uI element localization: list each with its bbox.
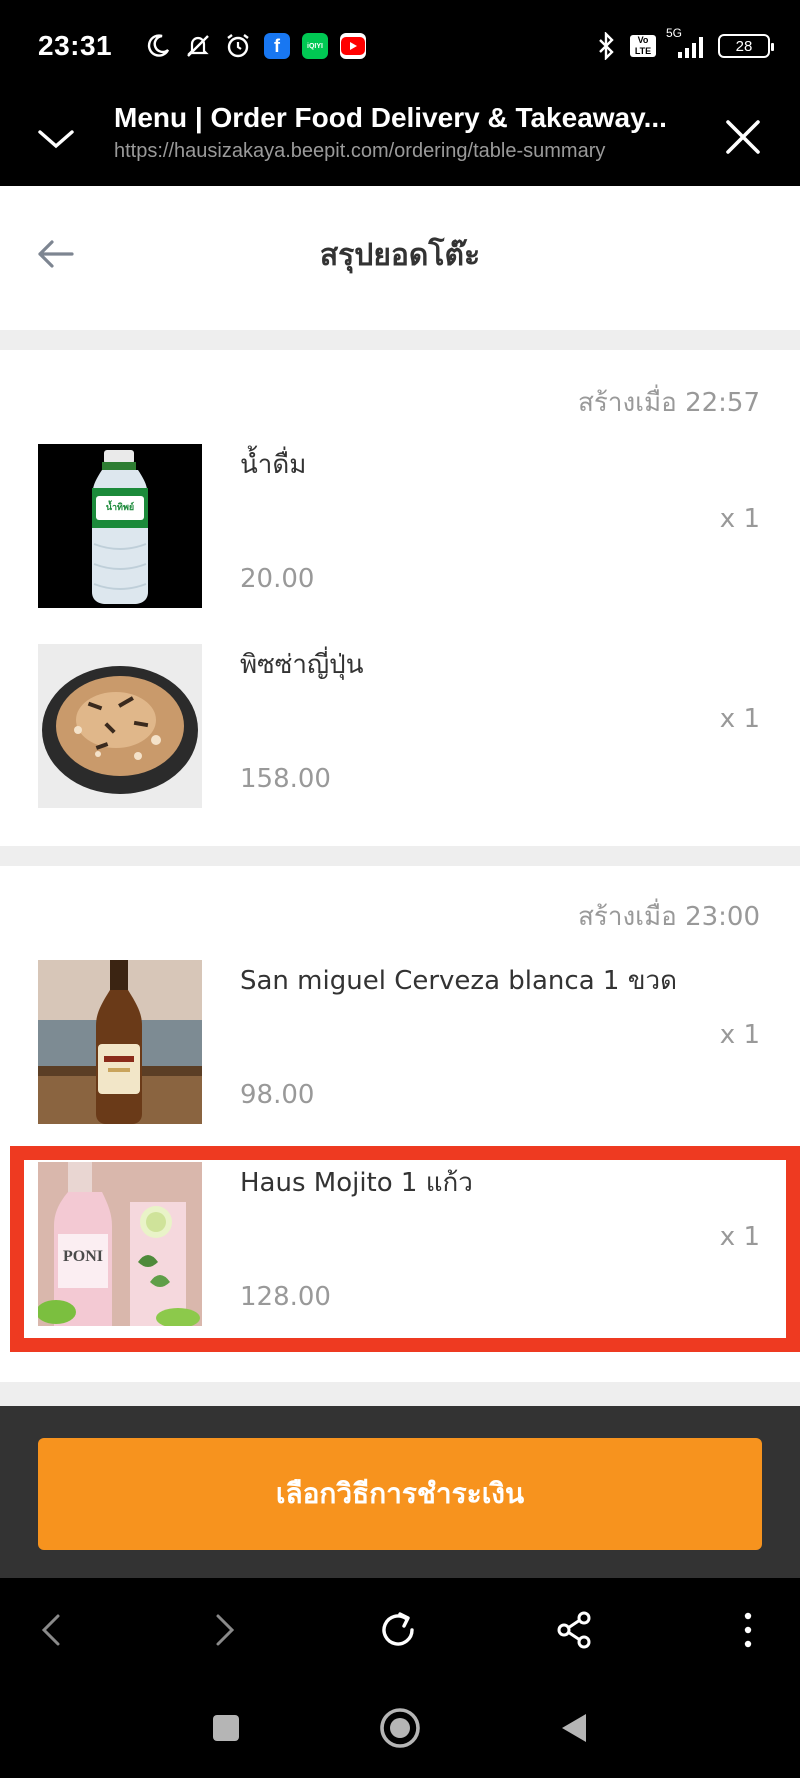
- status-time: 23:31: [38, 30, 113, 61]
- select-payment-button[interactable]: เลือกวิธีการชำระเงิน: [38, 1438, 762, 1550]
- order-group-1: สร้างเมื่อ 22:57 น้ำทิพย์ น้ำดื่ม x 1 20…: [0, 350, 800, 846]
- battery-icon: 28: [718, 34, 774, 58]
- facebook-icon: f: [264, 33, 290, 59]
- item-quantity: x 1: [719, 504, 760, 534]
- bluetooth-icon: [592, 32, 620, 60]
- volte-icon: Vo LTE: [630, 35, 656, 57]
- order-group-2: สร้างเมื่อ 23:00 San miguel Cerveza blan…: [0, 866, 800, 1382]
- mojito-image: PONI: [38, 1162, 202, 1326]
- mojito-bottle-label: PONI: [63, 1248, 103, 1265]
- item-name: San miguel Cerveza blanca 1 ขวด: [240, 966, 677, 996]
- item-name: พิซซ่าญี่ปุ่น: [240, 650, 364, 680]
- item-price: 128.00: [240, 1282, 331, 1312]
- close-icon[interactable]: [720, 114, 766, 160]
- alarm-icon: [224, 32, 252, 60]
- action-bar: เลือกวิธีการชำระเงิน: [0, 1406, 800, 1578]
- water-bottle-label: น้ำทิพย์: [105, 503, 135, 513]
- order-created-time: สร้างเมื่อ 23:00: [578, 902, 760, 932]
- status-bar: 23:31 f iQIYI Vo LTE 5G 28: [0, 0, 800, 88]
- order-created-time: สร้างเมื่อ 22:57: [578, 388, 760, 418]
- youtube-icon: [340, 33, 366, 59]
- browser-header: Menu | Order Food Delivery & Takeaway...…: [0, 88, 800, 186]
- order-item-japanese-pizza[interactable]: พิซซ่าญี่ปุ่น x 1 158.00: [0, 644, 800, 808]
- item-name: Haus Mojito 1 แก้ว: [240, 1168, 473, 1198]
- section-divider: [0, 846, 800, 866]
- browser-toolbar: [0, 1578, 800, 1680]
- beer-bottle-image: [38, 960, 202, 1124]
- page-title: สรุปยอดโต๊ะ: [319, 238, 481, 273]
- item-quantity: x 1: [719, 704, 760, 734]
- section-divider: [0, 330, 800, 350]
- iqiyi-icon: iQIYI: [302, 33, 328, 59]
- order-item-haus-mojito[interactable]: PONI Haus Mojito 1 แก้ว x 1 128.00: [0, 1162, 800, 1326]
- water-bottle-image: น้ำทิพย์: [38, 444, 202, 608]
- moon-icon: [144, 32, 172, 60]
- item-price: 158.00: [240, 764, 331, 794]
- reload-icon[interactable]: [368, 1600, 428, 1660]
- network-label: 5G: [666, 26, 683, 40]
- system-back-icon[interactable]: [544, 1698, 604, 1758]
- japanese-pizza-image: [38, 644, 202, 808]
- status-icons-right: Vo LTE 5G 28: [592, 26, 774, 60]
- order-item-water[interactable]: น้ำทิพย์ น้ำดื่ม x 1 20.00: [0, 444, 800, 608]
- item-name: น้ำดื่ม: [240, 450, 307, 480]
- status-icons-left: f iQIYI: [144, 32, 366, 60]
- section-divider: [0, 1382, 800, 1406]
- system-nav-bar: [0, 1680, 800, 1778]
- more-options-icon[interactable]: [718, 1600, 778, 1660]
- browser-url: https://hausizakaya.beepit.com/ordering/…: [114, 140, 606, 162]
- home-icon[interactable]: [370, 1698, 430, 1758]
- item-quantity: x 1: [719, 1020, 760, 1050]
- browser-page-title: Menu | Order Food Delivery & Takeaway...: [114, 102, 667, 133]
- forward-icon[interactable]: [194, 1600, 254, 1660]
- page-header: สรุปยอดโต๊ะ: [0, 186, 800, 330]
- share-icon[interactable]: [544, 1600, 604, 1660]
- recent-apps-icon[interactable]: [196, 1698, 256, 1758]
- item-quantity: x 1: [719, 1222, 760, 1252]
- item-price: 20.00: [240, 564, 315, 594]
- mute-icon: [184, 32, 212, 60]
- signal-icon: 5G: [666, 26, 708, 60]
- order-item-san-miguel[interactable]: San miguel Cerveza blanca 1 ขวด x 1 98.0…: [0, 960, 800, 1124]
- chevron-down-icon[interactable]: [34, 116, 78, 160]
- item-price: 98.00: [240, 1080, 315, 1110]
- back-icon[interactable]: [22, 1600, 82, 1660]
